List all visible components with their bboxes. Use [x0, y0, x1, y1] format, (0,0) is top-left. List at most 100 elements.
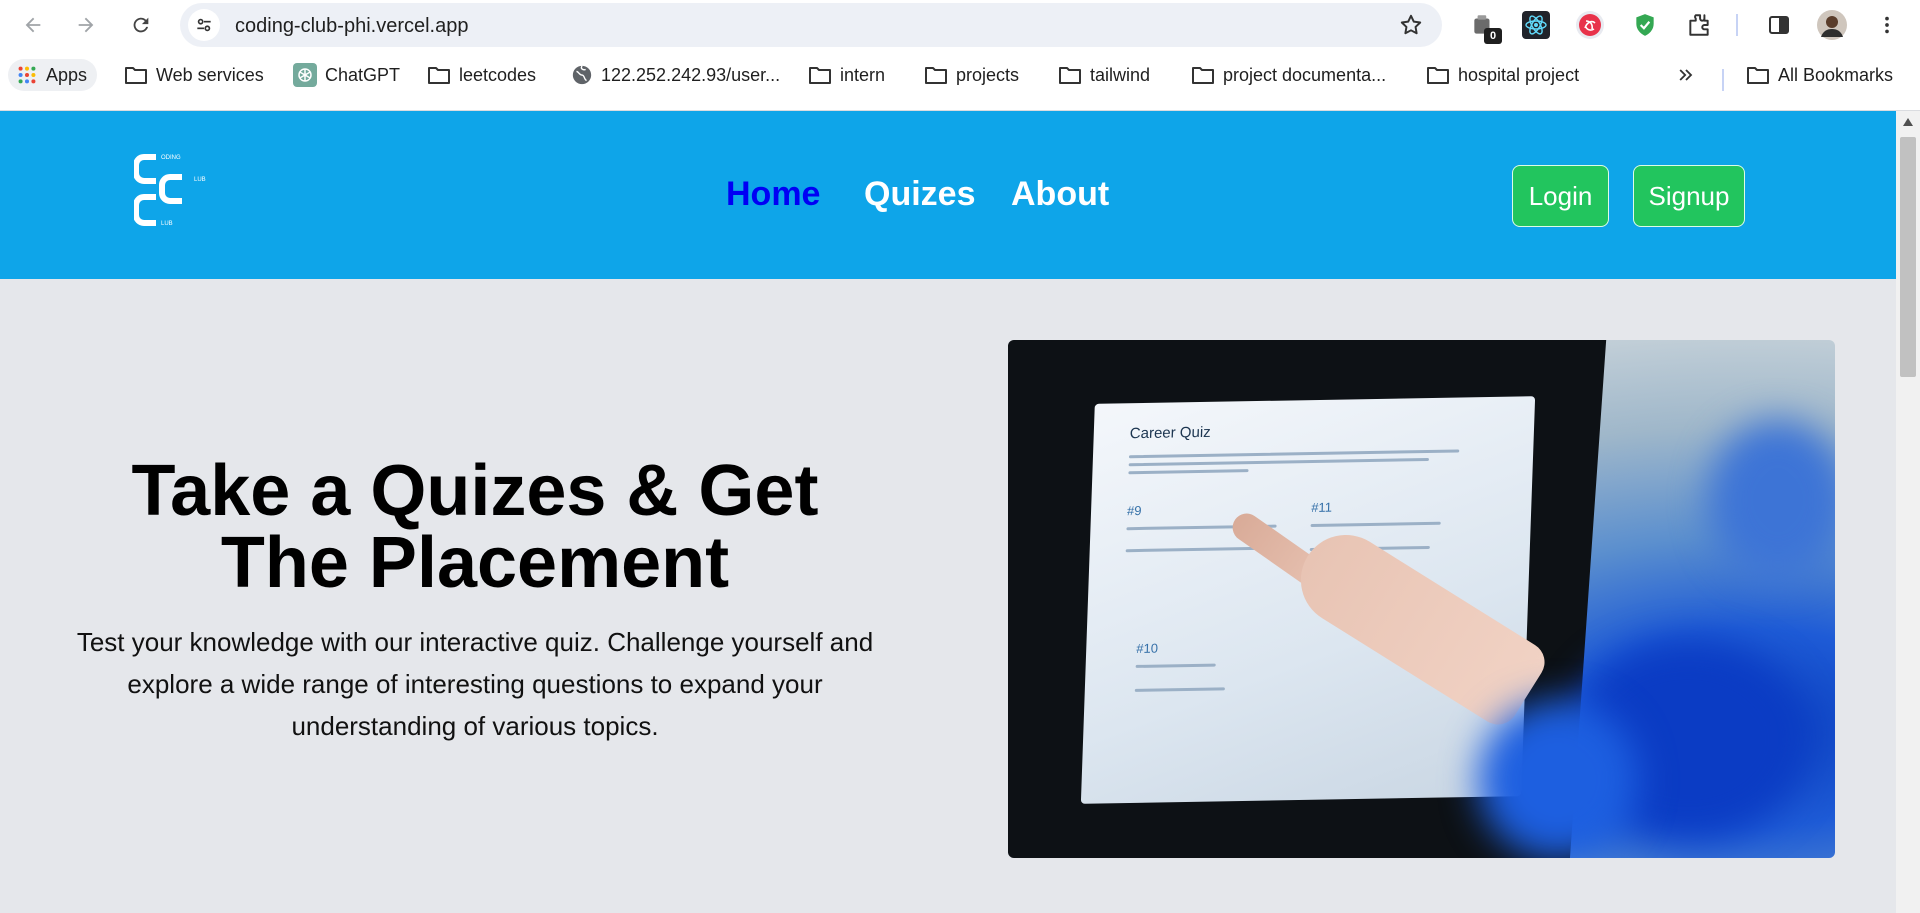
- folder-icon: [428, 67, 450, 84]
- react-devtools-icon: [1522, 11, 1550, 39]
- puzzle-extensions-icon: [1689, 14, 1709, 36]
- hero-title-line-2: The Placement: [220, 523, 730, 603]
- logo-text-top: ODING: [161, 155, 181, 161]
- forward-button[interactable]: [69, 8, 103, 42]
- bookmarks-divider: [1722, 69, 1724, 91]
- redux-devtools-button[interactable]: [1573, 8, 1607, 42]
- image-question-number: #9: [1126, 502, 1142, 519]
- nav-home[interactable]: Home: [726, 175, 820, 214]
- image-blur: [1478, 700, 1638, 858]
- reload-button[interactable]: [124, 8, 158, 42]
- folder-icon: [1059, 67, 1081, 84]
- folder-icon: [809, 67, 831, 84]
- login-button[interactable]: Login: [1512, 165, 1609, 227]
- bookmark-star-icon[interactable]: [1398, 12, 1424, 38]
- bookmark-label: intern: [840, 64, 886, 85]
- more-bookmarks-button[interactable]: [1676, 59, 1696, 91]
- image-text-line: [1128, 449, 1460, 459]
- bookmark-apps[interactable]: Apps: [8, 59, 98, 91]
- coding-club-logo-icon: ODING LUB LUB: [133, 154, 206, 227]
- nav-about[interactable]: About: [1011, 175, 1109, 214]
- redux-devtools-icon: [1576, 11, 1604, 39]
- bookmark-label: Apps: [46, 64, 88, 85]
- address-bar[interactable]: coding-club-phi.vercel.app: [180, 3, 1442, 47]
- profile-button[interactable]: [1815, 8, 1849, 42]
- bookmark-label: projects: [956, 64, 1020, 85]
- folder-icon: [925, 67, 947, 84]
- image-question-number: #10: [1136, 640, 1159, 656]
- avatar: [1817, 10, 1847, 40]
- bookmark-label: leetcodes: [459, 64, 537, 85]
- toolbar-divider: [1736, 14, 1738, 36]
- chatgpt-icon: [293, 63, 317, 87]
- scroll-up-arrow-icon: [1903, 118, 1913, 126]
- side-panel-icon: [1769, 16, 1789, 34]
- page-viewport: ODING LUB LUB Home Quizes About Login Si…: [0, 111, 1896, 913]
- bookmark-projects[interactable]: projects: [924, 59, 1019, 91]
- react-devtools-button[interactable]: [1519, 8, 1553, 42]
- bookmarks-bar: Apps Web services ChatGPT leetcodes 122.…: [0, 50, 1920, 111]
- tune-icon: [197, 18, 211, 32]
- logo-text-right: LUB: [194, 177, 206, 183]
- extension-badge: 0: [1484, 28, 1502, 44]
- toolbox-extension-button[interactable]: 0: [1466, 8, 1502, 44]
- more-vertical-icon: [1885, 16, 1889, 34]
- all-bookmarks-label: All Bookmarks: [1778, 64, 1894, 85]
- browser-menu-button[interactable]: [1870, 8, 1904, 42]
- hero-title-line-1: Take a Quizes & Get: [131, 451, 819, 531]
- bookmark-intern[interactable]: intern: [808, 59, 885, 91]
- hero-image: Career Quiz #9 #11 #10: [1008, 340, 1835, 858]
- image-text-line: [1125, 546, 1266, 553]
- globe-icon: [572, 65, 592, 85]
- url-text[interactable]: coding-club-phi.vercel.app: [235, 15, 468, 38]
- bookmark-label: project documenta...: [1223, 64, 1387, 85]
- image-text-line: [1135, 663, 1216, 668]
- shield-extension-button[interactable]: [1628, 8, 1662, 42]
- image-text-line: [1134, 687, 1225, 692]
- site-info-button[interactable]: [188, 9, 220, 41]
- extensions-button[interactable]: [1682, 8, 1716, 42]
- logo-text-bottom: LUB: [161, 221, 173, 227]
- image-blur: [1708, 420, 1835, 580]
- chevron-double-right-icon: [1679, 69, 1693, 81]
- scroll-thumb[interactable]: [1900, 137, 1916, 377]
- bookmark-web-services[interactable]: Web services: [124, 59, 264, 91]
- image-text-line: [1128, 457, 1429, 467]
- forward-arrow-icon: [78, 17, 94, 33]
- bookmark-label: ChatGPT: [325, 64, 401, 85]
- bookmark-label: 122.252.242.93/user...: [601, 64, 781, 85]
- image-text-line: [1128, 469, 1249, 475]
- hero-title: Take a Quizes & Get The Placement: [55, 455, 895, 599]
- bookmark-chatgpt[interactable]: ChatGPT: [293, 59, 400, 91]
- signup-button[interactable]: Signup: [1633, 165, 1745, 227]
- reload-icon: [133, 17, 149, 33]
- bookmark-hospital-project[interactable]: hospital project: [1426, 59, 1579, 91]
- scroll-up-button[interactable]: [1896, 111, 1920, 133]
- folder-icon: [125, 67, 147, 84]
- image-text-line: [1310, 521, 1441, 528]
- bookmark-label: Web services: [156, 64, 264, 85]
- folder-icon: [1427, 67, 1449, 84]
- back-arrow-icon: [25, 17, 41, 33]
- page-scrollbar[interactable]: [1896, 111, 1920, 913]
- bookmark-ip-address[interactable]: 122.252.242.93/user...: [571, 59, 780, 91]
- bookmark-tailwind[interactable]: tailwind: [1058, 59, 1150, 91]
- side-panel-button[interactable]: [1762, 8, 1796, 42]
- nav-quizes[interactable]: Quizes: [864, 175, 975, 214]
- image-question-number: #11: [1310, 499, 1333, 516]
- bookmark-label: tailwind: [1090, 64, 1151, 85]
- bookmark-leetcodes[interactable]: leetcodes: [427, 59, 536, 91]
- browser-toolbar: coding-club-phi.vercel.app 0: [0, 0, 1920, 50]
- hero-description: Test your knowledge with our interactive…: [76, 627, 874, 741]
- folder-icon: [1747, 67, 1769, 84]
- site-header: ODING LUB LUB Home Quizes About Login Si…: [0, 111, 1896, 279]
- back-button[interactable]: [16, 8, 50, 42]
- folder-icon: [1192, 67, 1214, 84]
- bookmark-label: hospital project: [1458, 64, 1580, 85]
- bookmark-project-documentation[interactable]: project documenta...: [1191, 59, 1386, 91]
- image-quiz-title: Career Quiz: [1129, 423, 1212, 443]
- all-bookmarks-button[interactable]: All Bookmarks: [1746, 59, 1893, 91]
- apps-grid-icon: [18, 66, 36, 84]
- site-logo[interactable]: ODING LUB LUB: [133, 151, 214, 237]
- shield-extension-icon: [1636, 14, 1654, 36]
